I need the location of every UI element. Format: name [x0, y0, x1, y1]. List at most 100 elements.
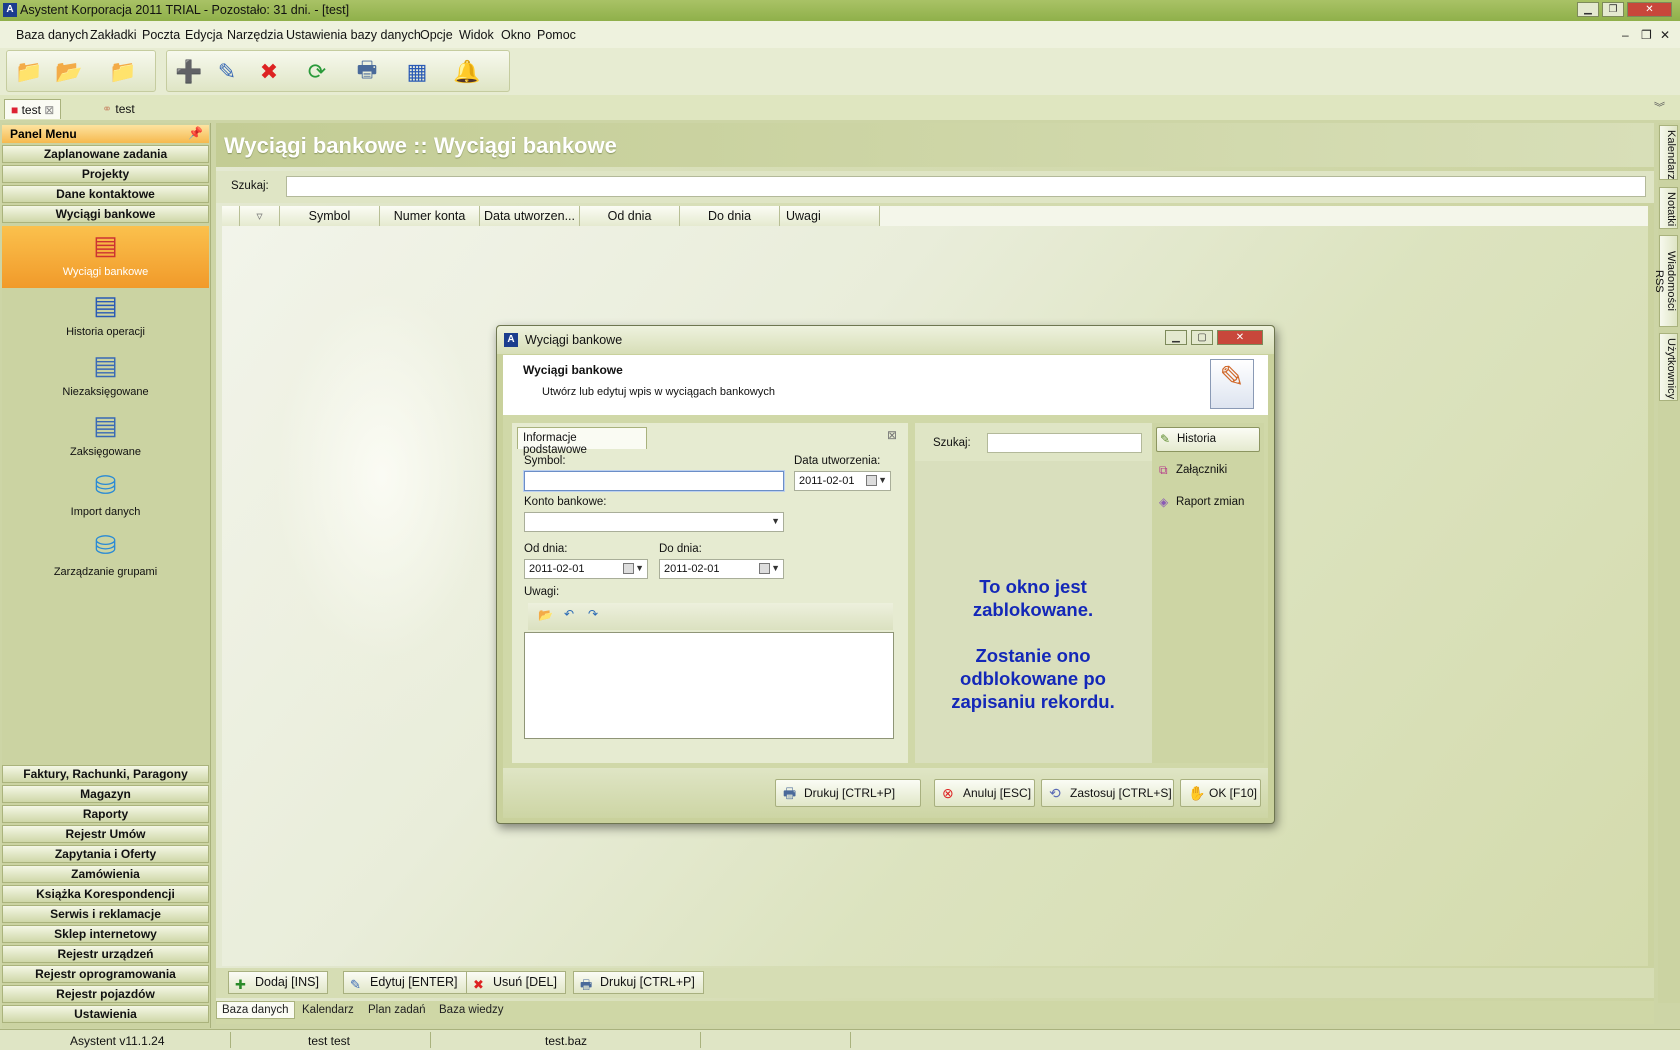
redo-icon[interactable]: ↷ — [588, 607, 598, 621]
minimize-button[interactable]: ▁ — [1577, 2, 1599, 17]
nav-item-niezaksiegowane[interactable]: ▤ Niezaksięgowane — [2, 350, 209, 406]
nav-rejestr-pojazdow[interactable]: Rejestr pojazdów — [2, 985, 209, 1003]
col-data-utworzenia[interactable]: Data utworzen... — [480, 206, 580, 226]
edit-record-icon[interactable]: ✎ — [210, 56, 244, 88]
menu-opcje[interactable]: Opcje — [420, 28, 453, 42]
mdi-minimize-button[interactable]: – — [1622, 28, 1629, 42]
nav-projekty[interactable]: Projekty — [2, 165, 209, 183]
menu-okno[interactable]: Okno — [501, 28, 531, 42]
side-raport-zmian[interactable]: ◈ Raport zmian — [1156, 491, 1260, 516]
tab-baza-wiedzy[interactable]: Baza wiedzy — [439, 1004, 504, 1016]
delete-button[interactable]: ✖ Usuń [DEL] — [466, 971, 566, 994]
tab-informacje-podstawowe[interactable]: Informacje podstawowe — [517, 427, 647, 456]
filter-icon[interactable]: ▿ — [240, 206, 280, 226]
collapse-icon[interactable]: ︾ — [1654, 99, 1665, 115]
side-zalaczniki[interactable]: ⧉ Załączniki — [1156, 459, 1260, 484]
nav-ksiazka-korespondencji[interactable]: Książka Korespondencji — [2, 885, 209, 903]
menu-edycja[interactable]: Edycja — [185, 28, 223, 42]
nav-zaplanowane-zadania[interactable]: Zaplanowane zadania — [2, 145, 209, 163]
dialog-print-button[interactable]: 🖶 Drukuj [CTRL+P] — [775, 779, 921, 807]
nav-raporty[interactable]: Raporty — [2, 805, 209, 823]
dialog-apply-button[interactable]: ⟲ Zastosuj [CTRL+S] — [1041, 779, 1174, 807]
tab-baza-danych[interactable]: Baza danych — [216, 1001, 295, 1019]
menu-widok[interactable]: Widok — [459, 28, 494, 42]
symbol-input[interactable] — [524, 471, 784, 491]
calculator-icon[interactable]: ▦ — [400, 56, 434, 88]
calendar-icon[interactable] — [866, 475, 877, 486]
dialog-maximize-button[interactable]: ▢ — [1191, 330, 1213, 345]
chevron-down-icon[interactable]: ▼ — [771, 516, 780, 526]
restore-button[interactable]: ❐ — [1602, 2, 1624, 17]
side-tab-kalendarz[interactable]: Kalendarz — [1659, 125, 1678, 180]
nav-zamowienia[interactable]: Zamówienia — [2, 865, 209, 883]
pin-icon[interactable]: 📌 — [188, 126, 203, 140]
dialog-cancel-button[interactable]: ⊗ Anuluj [ESC] — [934, 779, 1035, 807]
menu-baza-danych[interactable]: Baza danych — [16, 28, 88, 42]
new-database-icon[interactable]: 📁 — [12, 56, 46, 88]
col-do-dnia[interactable]: Do dnia — [680, 206, 780, 226]
nav-rejestr-umow[interactable]: Rejestr Umów — [2, 825, 209, 843]
close-button[interactable]: ✕ — [1627, 2, 1672, 17]
nav-item-wyciagi-bankowe[interactable]: ▤ Wyciągi bankowe — [2, 226, 209, 288]
nav-magazyn[interactable]: Magazyn — [2, 785, 209, 803]
nav-item-import-danych[interactable]: ⛁ Import danych — [2, 470, 209, 526]
mdi-close-button[interactable]: ✕ — [1660, 28, 1670, 42]
doc-tab-test[interactable]: ⚭ test — [96, 99, 141, 119]
add-button[interactable]: ✚ Dodaj [INS] — [228, 971, 328, 994]
side-tab-notatki[interactable]: Notatki — [1659, 187, 1678, 229]
menu-narzedzia[interactable]: Narzędzia — [227, 28, 283, 42]
close-tab-icon[interactable]: ⊠ — [44, 103, 54, 117]
col-symbol[interactable]: Symbol — [280, 206, 380, 226]
chevron-down-icon[interactable]: ▼ — [771, 563, 780, 573]
nav-dane-kontaktowe[interactable]: Dane kontaktowe — [2, 185, 209, 203]
close-database-icon[interactable]: 📁 — [106, 56, 140, 88]
dialog-ok-button[interactable]: ✋ OK [F10] — [1180, 779, 1261, 807]
nav-rejestr-oprogramowania[interactable]: Rejestr oprogramowania — [2, 965, 209, 983]
account-select[interactable]: ▼ — [524, 512, 784, 532]
refresh-icon[interactable]: ⟳ — [300, 56, 334, 88]
open-database-icon[interactable]: 📂 — [52, 56, 86, 88]
side-tab-wiadomosci-rss[interactable]: Wiadomości RSS — [1653, 235, 1678, 327]
notes-textarea[interactable] — [524, 632, 894, 739]
nav-item-historia-operacji[interactable]: ▤ Historia operacji — [2, 290, 209, 346]
menu-poczta[interactable]: Poczta — [142, 28, 180, 42]
calendar-icon[interactable] — [759, 563, 770, 574]
add-record-icon[interactable]: ➕ — [172, 56, 206, 88]
open-icon[interactable]: 📂 — [538, 608, 553, 622]
print-icon[interactable]: 🖶 — [350, 56, 384, 88]
dialog-minimize-button[interactable]: ▁ — [1165, 330, 1187, 345]
menu-pomoc[interactable]: Pomoc — [537, 28, 576, 42]
from-date-field[interactable]: 2011-02-01 ▼ — [524, 559, 648, 579]
tab-plan-zadan[interactable]: Plan zadań — [368, 1004, 426, 1016]
nav-zapytania-oferty[interactable]: Zapytania i Oferty — [2, 845, 209, 863]
undo-icon[interactable]: ↶ — [564, 607, 574, 621]
calendar-icon[interactable] — [623, 563, 634, 574]
nav-wyciagi-bankowe[interactable]: Wyciągi bankowe — [2, 205, 209, 223]
dialog-close-button[interactable]: ✕ — [1217, 330, 1263, 345]
delete-record-icon[interactable]: ✖ — [252, 56, 286, 88]
nav-ustawienia[interactable]: Ustawienia — [2, 1005, 209, 1023]
to-date-field[interactable]: 2011-02-01 ▼ — [659, 559, 784, 579]
col-od-dnia[interactable]: Od dnia — [580, 206, 680, 226]
side-historia[interactable]: ✎ Historia — [1156, 427, 1260, 452]
chevron-down-icon[interactable]: ▼ — [635, 563, 644, 573]
nav-item-zarzadzanie-grupami[interactable]: ⛁ Zarządzanie grupami — [2, 530, 209, 586]
tab-kalendarz[interactable]: Kalendarz — [302, 1004, 354, 1016]
col-uwagi[interactable]: Uwagi — [780, 206, 880, 226]
menu-zakladki[interactable]: Zakładki — [90, 28, 137, 42]
close-tab-icon[interactable]: ⊠ — [887, 428, 897, 442]
side-tab-uzytkownicy[interactable]: Użytkownicy — [1659, 333, 1678, 401]
search-input[interactable] — [286, 176, 1646, 197]
created-date-field[interactable]: 2011-02-01 ▼ — [794, 471, 891, 491]
nav-faktury[interactable]: Faktury, Rachunki, Paragony — [2, 765, 209, 783]
nav-item-zaksiegowane[interactable]: ▤ Zaksięgowane — [2, 410, 209, 466]
mdi-restore-button[interactable]: ❐ — [1641, 28, 1652, 42]
bell-icon[interactable]: 🔔 — [450, 56, 484, 88]
print-button[interactable]: 🖶 Drukuj [CTRL+P] — [573, 971, 704, 994]
nav-serwis-reklamacje[interactable]: Serwis i reklamacje — [2, 905, 209, 923]
history-search-input[interactable] — [987, 433, 1142, 453]
nav-rejestr-urzadzen[interactable]: Rejestr urządzeń — [2, 945, 209, 963]
chevron-down-icon[interactable]: ▼ — [878, 475, 887, 485]
menu-ustawienia-bazy[interactable]: Ustawienia bazy danych — [286, 28, 421, 42]
nav-sklep-internetowy[interactable]: Sklep internetowy — [2, 925, 209, 943]
